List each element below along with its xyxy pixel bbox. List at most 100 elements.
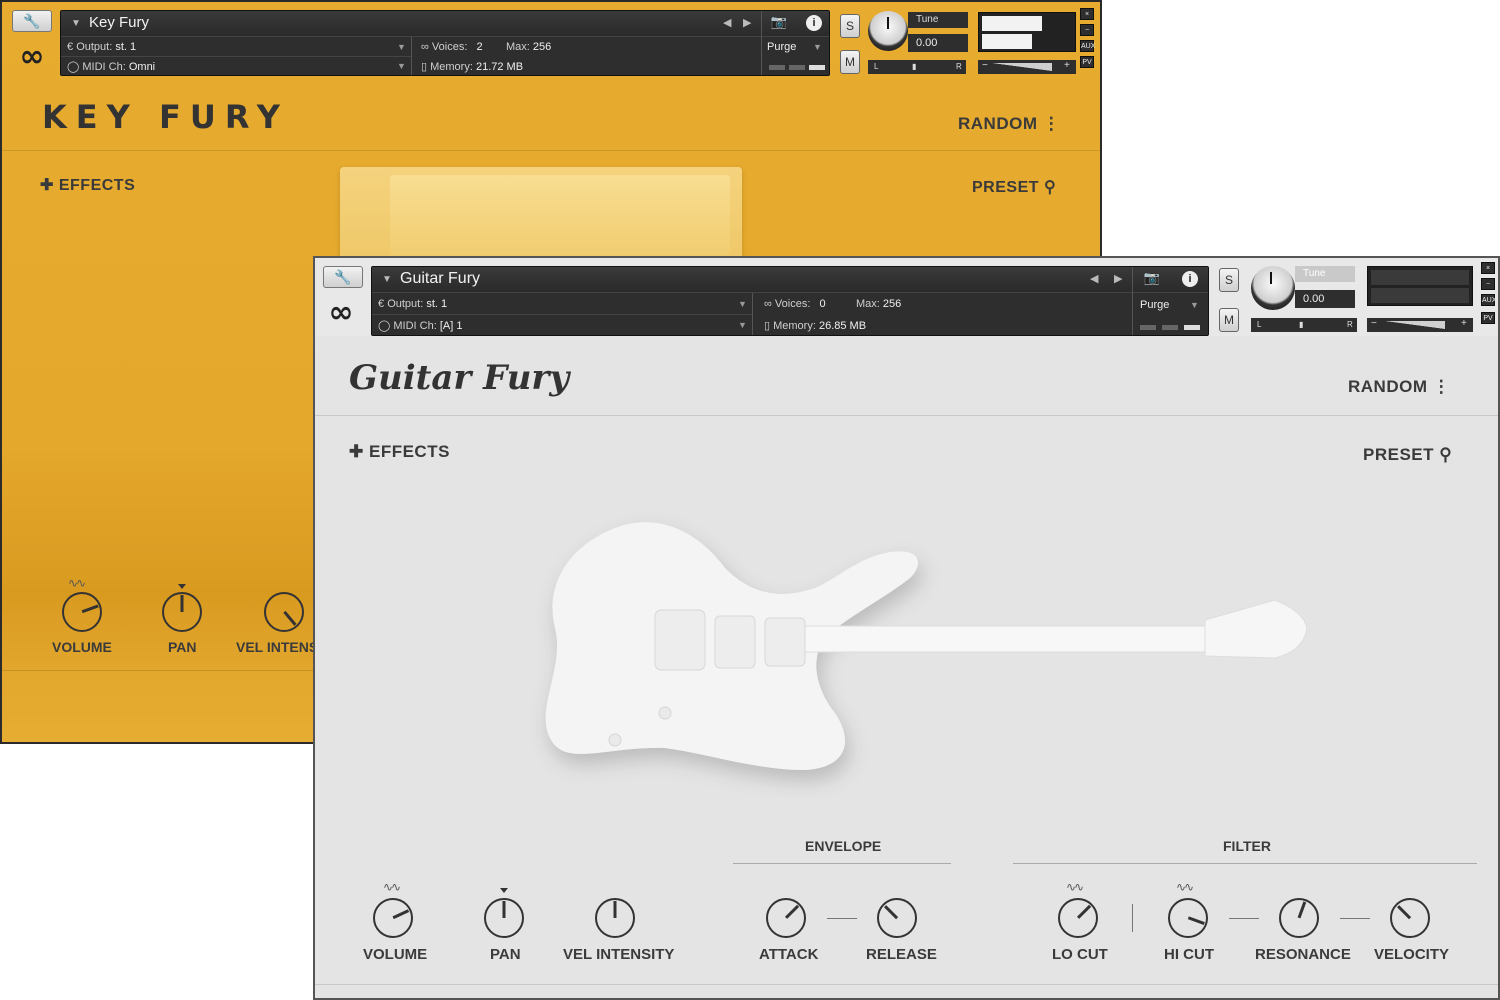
camera-icon[interactable]: 📷 — [1142, 270, 1162, 288]
aux-button[interactable]: AUX — [1481, 294, 1496, 306]
output-dropdown-icon[interactable]: ▼ — [738, 299, 747, 309]
purge-menu[interactable]: Purge — [1140, 299, 1169, 311]
velocity-knob[interactable] — [1390, 898, 1430, 938]
midi-channel-selector[interactable]: ◯ MIDI Ch: Omni — [67, 60, 155, 73]
random-button[interactable]: RANDOM ⋮ — [1348, 377, 1450, 397]
info-icon[interactable]: i — [806, 15, 822, 31]
minimize-button[interactable]: − — [1080, 24, 1094, 36]
instrument-name[interactable]: Key Fury — [89, 14, 149, 31]
wrench-icon[interactable]: 🔧 — [323, 266, 363, 288]
lo-cut-label: LO CUT — [1052, 946, 1108, 963]
prev-instrument-icon[interactable]: ◀ — [1090, 272, 1098, 285]
pan-label: PAN — [168, 639, 197, 655]
midi-dropdown-icon[interactable]: ▼ — [738, 320, 747, 330]
next-instrument-icon[interactable]: ▶ — [1114, 272, 1122, 285]
filter-section-label: FILTER — [1223, 838, 1271, 854]
max-voices-readout[interactable]: Max: 256 — [506, 41, 551, 53]
instrument-name[interactable]: Guitar Fury — [400, 270, 480, 288]
search-icon: ⚲ — [1439, 445, 1453, 464]
volume-knob[interactable] — [373, 898, 413, 938]
purge-led — [1162, 325, 1178, 330]
pv-button[interactable]: PV — [1481, 312, 1495, 324]
attack-knob[interactable] — [766, 898, 806, 938]
pan-label: PAN — [490, 946, 521, 963]
solo-button[interactable]: S — [840, 14, 860, 38]
instrument-header-panel: ▼ Key Fury ◀ ▶ 📷 i € Output: st. 1 ▼ ◯ M… — [60, 10, 830, 76]
piano-illustration — [340, 167, 742, 267]
mute-button[interactable]: M — [1219, 308, 1239, 332]
pan-knob[interactable] — [162, 592, 202, 632]
output-level-meter — [978, 12, 1076, 52]
output-dropdown-icon[interactable]: ▼ — [397, 42, 406, 52]
guitar-illustration — [545, 522, 1308, 770]
pan-slider[interactable]: L ▮ R — [1251, 318, 1357, 332]
modulation-wave-icon: ∿∿ — [1066, 880, 1084, 894]
release-label: RELEASE — [866, 946, 937, 963]
tune-knob[interactable] — [1251, 266, 1295, 310]
kontakt-header: 🔧 ∞ ▼ Key Fury ◀ ▶ 📷 i € Output: st. 1 ▼… — [2, 2, 1100, 86]
more-vertical-icon: ⋮ — [1432, 377, 1451, 396]
memory-readout: ▯ Memory: 26.85 MB — [764, 320, 867, 332]
camera-icon[interactable]: 📷 — [769, 14, 789, 32]
vel-intensity-knob[interactable] — [264, 592, 304, 632]
purge-led — [1184, 325, 1200, 330]
pv-button[interactable]: PV — [1080, 56, 1094, 68]
prev-instrument-icon[interactable]: ◀ — [723, 16, 731, 29]
effects-button[interactable]: ✚ EFFECTS — [40, 175, 135, 195]
center-marker-icon — [178, 584, 186, 589]
volume-label: VOLUME — [363, 946, 428, 963]
preset-button[interactable]: PRESET ⚲ — [1363, 445, 1452, 465]
tune-value[interactable]: 0.00 — [908, 34, 968, 52]
modulation-wave-icon: ∿∿ — [68, 576, 86, 590]
purge-menu[interactable]: Purge — [767, 41, 796, 53]
minimize-button[interactable]: − — [1481, 278, 1495, 290]
aux-button[interactable]: AUX — [1080, 40, 1095, 52]
output-selector[interactable]: € Output: st. 1 — [67, 41, 136, 53]
collapse-caret-icon[interactable]: ▼ — [382, 274, 392, 285]
info-icon[interactable]: i — [1182, 271, 1198, 287]
release-knob[interactable] — [877, 898, 917, 938]
tune-knob[interactable] — [868, 11, 908, 51]
next-instrument-icon[interactable]: ▶ — [743, 16, 751, 29]
vel-intensity-knob[interactable] — [595, 898, 635, 938]
output-selector[interactable]: € Output: st. 1 — [378, 298, 447, 310]
guitar-fury-window: 🔧 ∞ ▼ Guitar Fury ◀ ▶ 📷 i € Output: st. … — [313, 256, 1500, 1000]
close-button[interactable]: × — [1481, 262, 1495, 274]
purge-led — [789, 65, 805, 70]
purge-dropdown-icon[interactable]: ▼ — [1190, 300, 1199, 310]
effects-button[interactable]: ✚ EFFECTS — [349, 442, 450, 462]
purge-led — [769, 65, 785, 70]
lo-cut-knob[interactable] — [1058, 898, 1098, 938]
wrench-icon[interactable]: 🔧 — [12, 10, 52, 32]
output-level-meter — [1367, 266, 1473, 306]
kontakt-logo: ∞ — [19, 39, 45, 74]
purge-dropdown-icon[interactable]: ▼ — [813, 42, 822, 52]
attack-label: ATTACK — [759, 946, 819, 963]
search-icon: ⚲ — [1043, 179, 1057, 196]
volume-slider[interactable]: − + — [1367, 318, 1473, 332]
instrument-title-logo: KEY FURY — [42, 98, 289, 136]
close-button[interactable]: × — [1080, 8, 1094, 20]
resonance-label: RESONANCE — [1255, 946, 1351, 963]
midi-channel-selector[interactable]: ◯ MIDI Ch: [A] 1 — [378, 319, 462, 332]
kontakt-header: 🔧 ∞ ▼ Guitar Fury ◀ ▶ 📷 i € Output: st. … — [315, 258, 1498, 336]
collapse-caret-icon[interactable]: ▼ — [71, 18, 81, 29]
resonance-knob[interactable] — [1279, 898, 1319, 938]
instrument-title-logo: Guitar Fury — [349, 358, 570, 398]
hi-cut-label: HI CUT — [1164, 946, 1214, 963]
tune-value[interactable]: 0.00 — [1295, 290, 1355, 308]
center-marker-icon — [500, 888, 508, 893]
volume-slider[interactable]: − + — [978, 60, 1076, 74]
hi-cut-knob[interactable] — [1168, 898, 1208, 938]
velocity-label: VELOCITY — [1374, 946, 1450, 963]
pan-slider[interactable]: L ▮ R — [868, 60, 966, 74]
solo-button[interactable]: S — [1219, 268, 1239, 292]
midi-dropdown-icon[interactable]: ▼ — [397, 61, 406, 71]
pan-knob[interactable] — [484, 898, 524, 938]
max-voices-readout[interactable]: Max: 256 — [856, 298, 901, 310]
random-button[interactable]: RANDOM ⋮ — [958, 114, 1060, 134]
mute-button[interactable]: M — [840, 50, 860, 74]
modulation-wave-icon: ∿∿ — [1176, 880, 1194, 894]
volume-knob[interactable] — [62, 592, 102, 632]
preset-button[interactable]: PRESET ⚲ — [972, 177, 1056, 197]
